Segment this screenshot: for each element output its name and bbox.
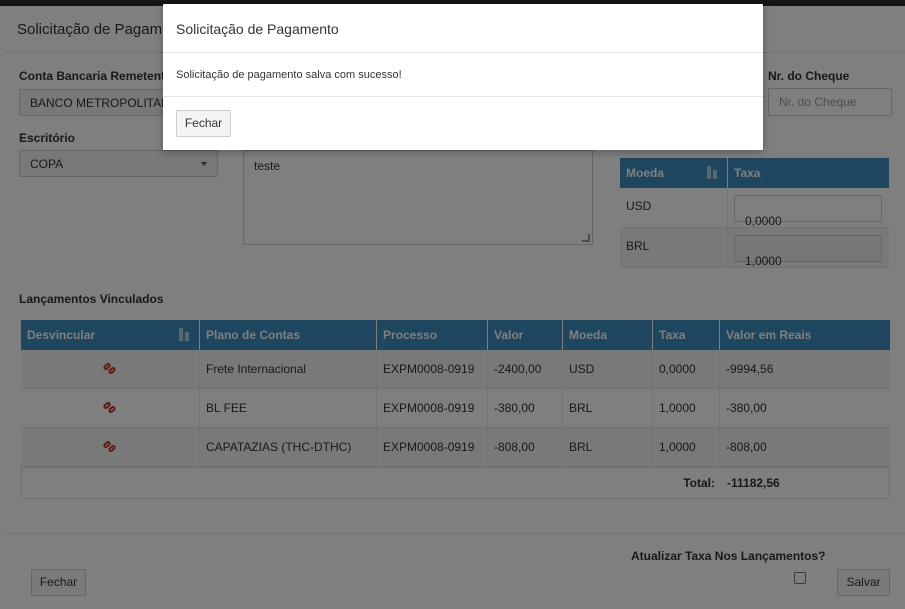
modal-message: Solicitação de pagamento salva com suces… <box>176 69 402 81</box>
success-modal: Solicitação de Pagamento Solicitação de … <box>163 4 763 150</box>
modal-body: Solicitação de pagamento salva com suces… <box>163 53 763 97</box>
modal-footer: Fechar <box>163 97 763 150</box>
modal-header: Solicitação de Pagamento <box>163 4 763 53</box>
modal-close-button[interactable]: Fechar <box>176 110 231 137</box>
modal-title: Solicitação de Pagamento <box>176 21 339 37</box>
